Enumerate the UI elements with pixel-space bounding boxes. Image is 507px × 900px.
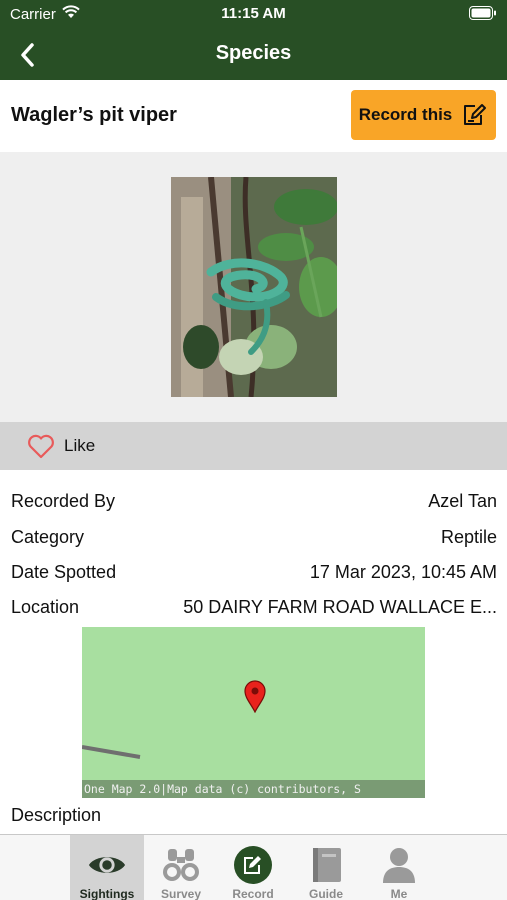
detail-value: Azel Tan: [428, 491, 497, 511]
heart-outline-icon: [28, 434, 54, 459]
person-icon: [379, 845, 419, 885]
app-root: Carrier 11:15 AM Species Wagler’s pit vi…: [0, 0, 507, 900]
detail-label: Date Spotted: [11, 562, 117, 582]
tab-sightings[interactable]: Sightings: [70, 835, 144, 900]
tab-label: Sightings: [79, 887, 135, 900]
like-label: Like: [64, 436, 96, 455]
detail-value: 50 DAIRY FARM ROAD WALLACE E...: [183, 597, 497, 617]
tab-label: Survey: [160, 887, 202, 900]
tab-label: Me: [390, 887, 408, 900]
map-pin-icon[interactable]: [243, 679, 267, 714]
tab-me[interactable]: Me: [362, 835, 436, 900]
species-name: Wagler’s pit viper: [11, 104, 177, 126]
description-label: Description: [11, 805, 102, 825]
detail-row-recorded-by: Recorded By Azel Tan: [11, 491, 497, 517]
tab-guide[interactable]: Guide: [289, 835, 363, 900]
detail-label: Category: [11, 527, 85, 547]
detail-value: Reptile: [440, 527, 497, 547]
record-this-button[interactable]: Record this: [351, 90, 496, 140]
detail-label: Location: [11, 597, 80, 617]
nav-bar: Species: [0, 28, 507, 80]
edit-note-icon: [464, 104, 487, 125]
tab-label: Guide: [308, 887, 343, 900]
book-icon: [306, 845, 346, 885]
binoculars-icon: [161, 845, 201, 885]
location-map[interactable]: One Map 2.0|Map data (c) contributors, S: [82, 627, 425, 798]
tab-label: Record: [232, 887, 274, 900]
species-photo[interactable]: [171, 177, 337, 397]
tab-bar: Sightings Survey Record Guide Me: [0, 834, 507, 900]
tab-survey[interactable]: Survey: [144, 835, 218, 900]
tab-record[interactable]: Record: [216, 835, 290, 900]
detail-label: Recorded By: [11, 491, 116, 511]
status-time: 11:15 AM: [221, 5, 286, 22]
detail-row-category: Category Reptile: [11, 527, 497, 553]
detail-row-date-spotted: Date Spotted 17 Mar 2023, 10:45 AM: [11, 562, 497, 588]
battery-icon: [469, 6, 497, 24]
map-attribution: One Map 2.0|Map data (c) contributors, S: [82, 780, 425, 798]
record-this-label: Record this: [358, 105, 453, 124]
eye-icon: [87, 845, 127, 885]
detail-value: 17 Mar 2023, 10:45 AM: [309, 562, 497, 582]
like-button[interactable]: Like: [26, 432, 95, 460]
record-icon: [233, 845, 273, 885]
status-bar: Carrier 11:15 AM: [0, 0, 507, 28]
page-title: Species: [215, 42, 292, 64]
detail-row-location: Location 50 DAIRY FARM ROAD WALLACE E...: [11, 597, 497, 623]
